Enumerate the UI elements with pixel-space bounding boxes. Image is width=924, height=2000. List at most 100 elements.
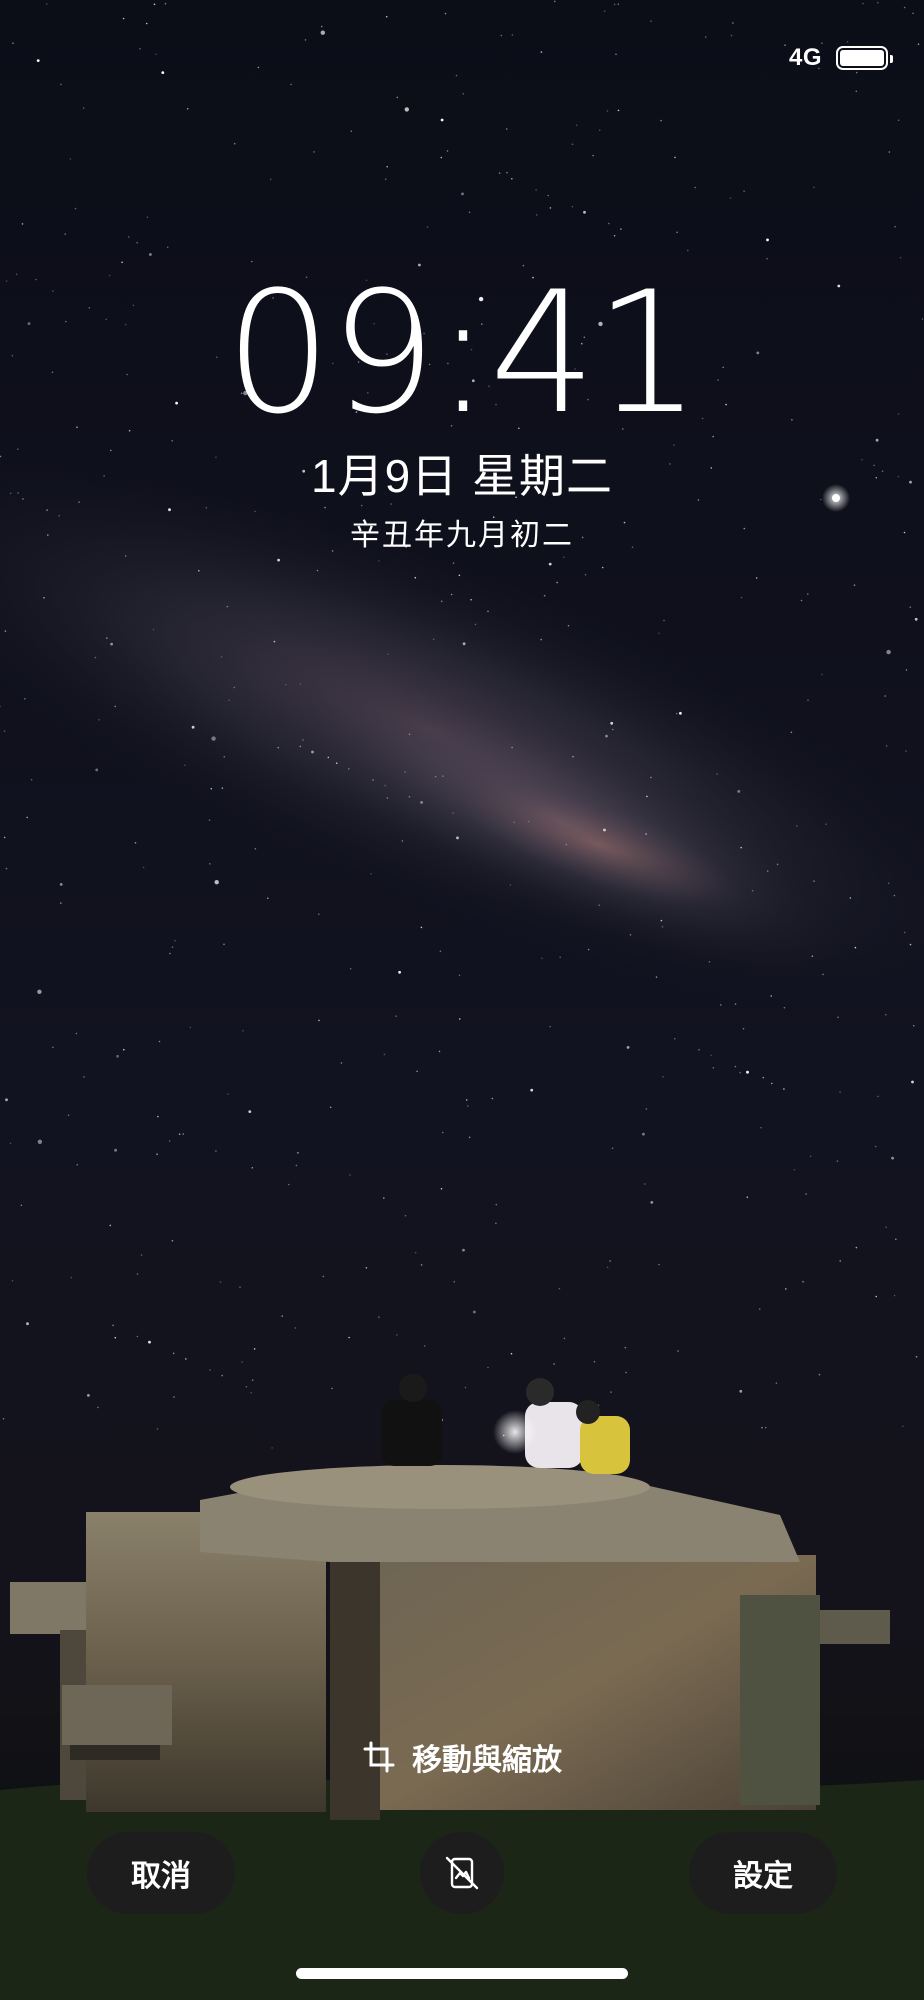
star <box>885 1013 887 1016</box>
star <box>440 118 444 122</box>
depth-effect-toggle-button[interactable] <box>420 1832 504 1914</box>
star <box>473 1310 476 1314</box>
star <box>172 1352 175 1355</box>
star <box>67 1114 70 1116</box>
star <box>440 1188 443 1190</box>
star <box>257 66 260 69</box>
star <box>74 207 77 210</box>
star <box>915 1356 918 1358</box>
star <box>420 801 423 804</box>
star <box>645 833 647 835</box>
star <box>746 1070 749 1074</box>
star <box>185 1358 187 1360</box>
star <box>83 1076 85 1078</box>
star <box>370 873 372 875</box>
star <box>720 1004 722 1006</box>
star <box>626 1046 630 1049</box>
star <box>530 1088 534 1092</box>
star <box>408 796 411 798</box>
star <box>114 705 116 708</box>
star <box>694 186 696 189</box>
star <box>465 1099 468 1101</box>
star <box>348 768 350 770</box>
star <box>253 1348 256 1350</box>
star <box>813 880 815 882</box>
star <box>87 1394 90 1397</box>
star <box>593 1360 596 1363</box>
star <box>11 1279 14 1282</box>
star <box>676 712 678 715</box>
home-indicator[interactable] <box>296 1968 628 1979</box>
star <box>887 882 890 885</box>
star <box>335 762 338 764</box>
star <box>349 1174 351 1176</box>
star <box>420 926 423 929</box>
star <box>899 256 902 259</box>
star <box>146 216 149 218</box>
star <box>903 6 906 9</box>
star <box>5 1098 8 1102</box>
cancel-button[interactable]: 取消 <box>87 1832 235 1914</box>
star <box>59 883 63 886</box>
star <box>318 1019 320 1022</box>
star <box>710 1054 712 1057</box>
star <box>155 53 157 55</box>
star <box>650 20 652 23</box>
star <box>299 683 302 685</box>
star <box>629 934 632 936</box>
star <box>730 34 733 37</box>
star <box>549 1025 551 1028</box>
star <box>839 1260 841 1262</box>
star <box>793 1168 796 1171</box>
star <box>98 719 100 721</box>
star <box>3 730 6 732</box>
star <box>729 197 732 199</box>
star <box>220 656 223 658</box>
star <box>487 610 489 613</box>
star <box>645 1108 648 1110</box>
star <box>426 226 429 228</box>
star <box>813 186 815 189</box>
star <box>540 638 542 641</box>
star <box>178 1133 181 1135</box>
star <box>294 1327 297 1329</box>
star <box>620 228 622 230</box>
star <box>284 683 287 686</box>
star <box>740 596 743 599</box>
star <box>624 1346 627 1349</box>
star <box>64 233 66 235</box>
star <box>563 1337 566 1340</box>
star <box>404 771 406 773</box>
star <box>123 1048 125 1051</box>
status-bar: 4G <box>789 40 893 76</box>
star <box>854 946 857 949</box>
star <box>110 642 113 646</box>
star <box>227 1093 229 1095</box>
star <box>387 653 389 655</box>
star <box>894 225 896 228</box>
star <box>877 1095 879 1098</box>
star <box>874 1145 877 1148</box>
star <box>821 673 823 676</box>
star <box>191 725 195 729</box>
star <box>404 1214 407 1217</box>
star <box>553 0 556 3</box>
clock[interactable]: 09:41 <box>0 268 924 438</box>
star <box>470 598 472 601</box>
star <box>219 1281 222 1283</box>
star <box>189 1026 192 1029</box>
star <box>610 721 614 725</box>
star <box>161 71 165 74</box>
set-button[interactable]: 設定 <box>689 1832 837 1914</box>
star <box>171 1240 174 1242</box>
star <box>911 1080 914 1084</box>
star <box>396 96 399 99</box>
star <box>226 605 229 608</box>
star <box>153 3 156 6</box>
star <box>885 1226 887 1228</box>
star <box>556 581 558 584</box>
star <box>211 736 216 741</box>
star <box>732 22 734 24</box>
star <box>608 222 610 225</box>
star <box>603 828 606 832</box>
